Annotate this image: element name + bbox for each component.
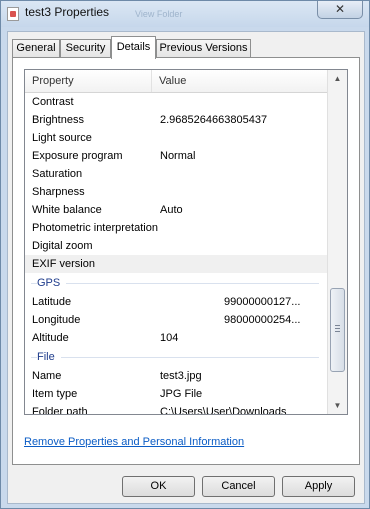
property-value: 99000000127... [224,296,301,308]
background-window-title: View Folder [135,9,183,19]
title-bar[interactable]: test3 Properties View Folder ✕ [1,1,369,27]
property-name: Brightness [32,114,84,126]
scroll-down-icon[interactable]: ▼ [328,397,347,414]
vertical-scrollbar[interactable]: ▲ ▼ [327,70,347,414]
list-item[interactable]: Altitude 104 [25,329,327,347]
tab-details[interactable]: Details [111,36,156,59]
property-value: test3.jpg [160,370,202,382]
property-name: Photometric interpretation [32,222,158,234]
tab-security[interactable]: Security [60,39,111,58]
property-name: Light source [32,132,92,144]
list-item-selected[interactable]: EXIF version [25,255,327,273]
grip-icon [335,325,340,332]
list-item[interactable]: Folder path C:\Users\User\Downloads [25,403,327,415]
group-header-file: File [25,348,327,366]
property-name: Item type [32,388,78,400]
group-divider [31,357,319,358]
properties-window: test3 Properties View Folder ✕ General S… [0,0,370,509]
close-icon: ✕ [334,2,346,16]
group-header-gps: GPS [25,274,327,292]
ok-button[interactable]: OK [122,476,195,497]
property-name: Altitude [32,332,69,344]
file-icon [7,7,19,21]
scroll-up-icon[interactable]: ▲ [328,70,347,87]
remove-properties-link[interactable]: Remove Properties and Personal Informati… [24,436,244,448]
property-name: Contrast [32,96,74,108]
scroll-thumb[interactable] [330,288,345,372]
list-item[interactable]: Item type JPG File [25,385,327,403]
group-label: File [37,348,61,366]
property-name: Folder path [32,406,88,415]
list-item[interactable]: Brightness 2.9685264663805437 [25,111,327,129]
property-name: Latitude [32,296,72,308]
property-value: 98000000254... [224,314,301,326]
column-header-value[interactable]: Value [152,70,327,92]
list-header: Property Value [25,70,327,93]
list-item[interactable]: Digital zoom [25,237,327,255]
group-label: GPS [37,274,67,292]
group-divider [31,283,319,284]
list-item[interactable]: Longitude 98000000254... [25,311,327,329]
property-value: Normal [160,150,196,162]
property-name: Digital zoom [32,240,93,252]
column-header-property[interactable]: Property [25,70,152,92]
property-value: JPG File [160,388,203,400]
list-item[interactable]: Light source [25,129,327,147]
list-item[interactable]: Sharpness [25,183,327,201]
property-value: Auto [160,204,183,216]
property-name: EXIF version [32,258,95,270]
property-name: Longitude [32,314,81,326]
property-list[interactable]: Property Value Contrast Brightness 2.968… [24,69,348,415]
property-value: C:\Users\User\Downloads [160,406,287,415]
dialog-client: General Security Details Previous Versio… [7,31,365,504]
property-name: Saturation [32,168,83,180]
window-title: test3 Properties [25,5,110,19]
list-item[interactable]: Saturation [25,165,327,183]
property-value: 104 [160,332,179,344]
cancel-button[interactable]: Cancel [202,476,275,497]
tab-previous-versions[interactable]: Previous Versions [156,39,251,58]
property-value: 2.9685264663805437 [160,114,268,126]
close-button[interactable]: ✕ [317,1,363,19]
list-item[interactable]: Photometric interpretation [25,219,327,237]
property-name: Sharpness [32,186,85,198]
property-name: White balance [32,204,102,216]
list-item[interactable]: Contrast [25,93,327,111]
property-name: Exposure program [32,150,123,162]
details-panel: Property Value Contrast Brightness 2.968… [12,57,360,465]
tab-general[interactable]: General [12,39,60,58]
list-item[interactable]: Exposure program Normal [25,147,327,165]
property-name: Name [32,370,62,382]
apply-button[interactable]: Apply [282,476,355,497]
list-item[interactable]: Name test3.jpg [25,367,327,385]
list-item[interactable]: Latitude 99000000127... [25,293,327,311]
list-item[interactable]: White balance Auto [25,201,327,219]
